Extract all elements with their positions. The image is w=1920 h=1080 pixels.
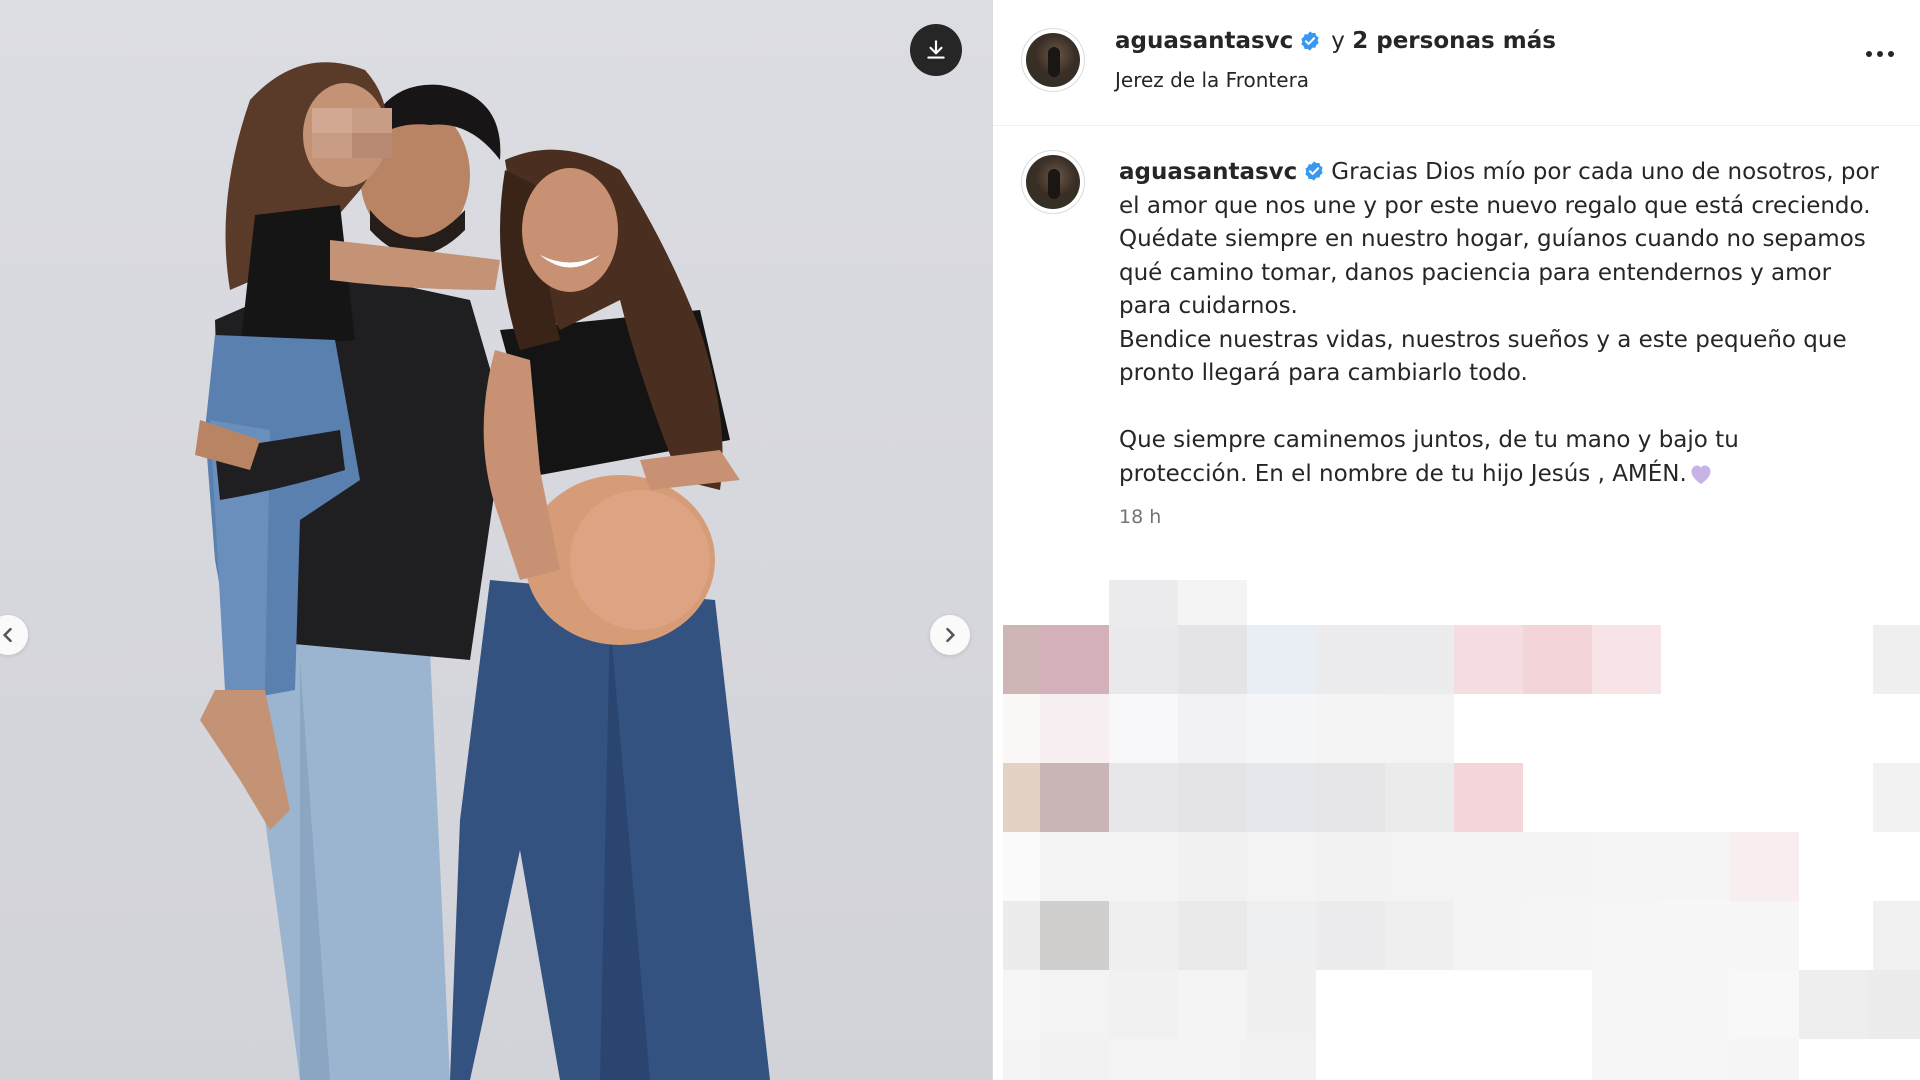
family-photo-illustration (195, 62, 770, 1080)
caption-line: Quédate siempre en nuestro hogar, guíano… (1119, 226, 1866, 252)
author-avatar[interactable] (1021, 28, 1085, 92)
caption-line: qué camino tomar, danos paciencia para e… (1119, 259, 1832, 286)
caption-line: el amor que nos une y por este nuevo reg… (1119, 192, 1871, 219)
verified-badge-icon (1305, 161, 1323, 181)
caption-text: aguasantasvc Gracias Dios mío por cada un… (1119, 156, 1879, 491)
post-photo[interactable] (0, 0, 992, 1080)
caption-author-avatar[interactable] (1021, 150, 1085, 214)
caption-line: Que siempre caminemos juntos, de tu mano… (1119, 427, 1739, 453)
caption-line: pronto llegará para cambiarlo todo. (1119, 360, 1528, 386)
post-location[interactable]: Jerez de la Frontera (1115, 68, 1309, 92)
caption-line: Bendice nuestras vidas, nuestros sueños … (1119, 326, 1847, 353)
purple-heart-icon (1691, 465, 1711, 484)
post-details-panel: aguasantasvc y 2 personas más Jerez de l… (993, 0, 1920, 1080)
post-timestamp[interactable]: 18 h (1119, 506, 1161, 528)
download-icon (927, 40, 945, 59)
carousel-next-button[interactable] (930, 615, 970, 655)
caption-line: Gracias Dios mío por cada uno de nosotro… (1331, 159, 1879, 185)
post-header: aguasantasvc y 2 personas más Jerez de l… (993, 0, 1920, 126)
header-author-line: aguasantasvc y 2 personas más (1115, 28, 1556, 54)
censored-comments-area (993, 580, 1920, 1080)
author-username[interactable]: aguasantasvc (1115, 28, 1293, 54)
chevron-left-icon (2, 627, 12, 643)
verified-badge-icon (1301, 31, 1319, 51)
download-button[interactable] (910, 24, 962, 76)
avatar-image (1026, 155, 1080, 209)
caption-username[interactable]: aguasantasvc (1119, 159, 1297, 185)
more-options-icon[interactable] (1860, 42, 1900, 66)
caption-line: protección. En el nombre de tu hijo Jesú… (1119, 460, 1687, 487)
chevron-right-icon (946, 627, 956, 643)
avatar-image (1026, 33, 1080, 87)
collaborators-text[interactable]: y 2 personas más (1331, 28, 1556, 54)
caption-line: para cuidarnos. (1119, 293, 1298, 319)
